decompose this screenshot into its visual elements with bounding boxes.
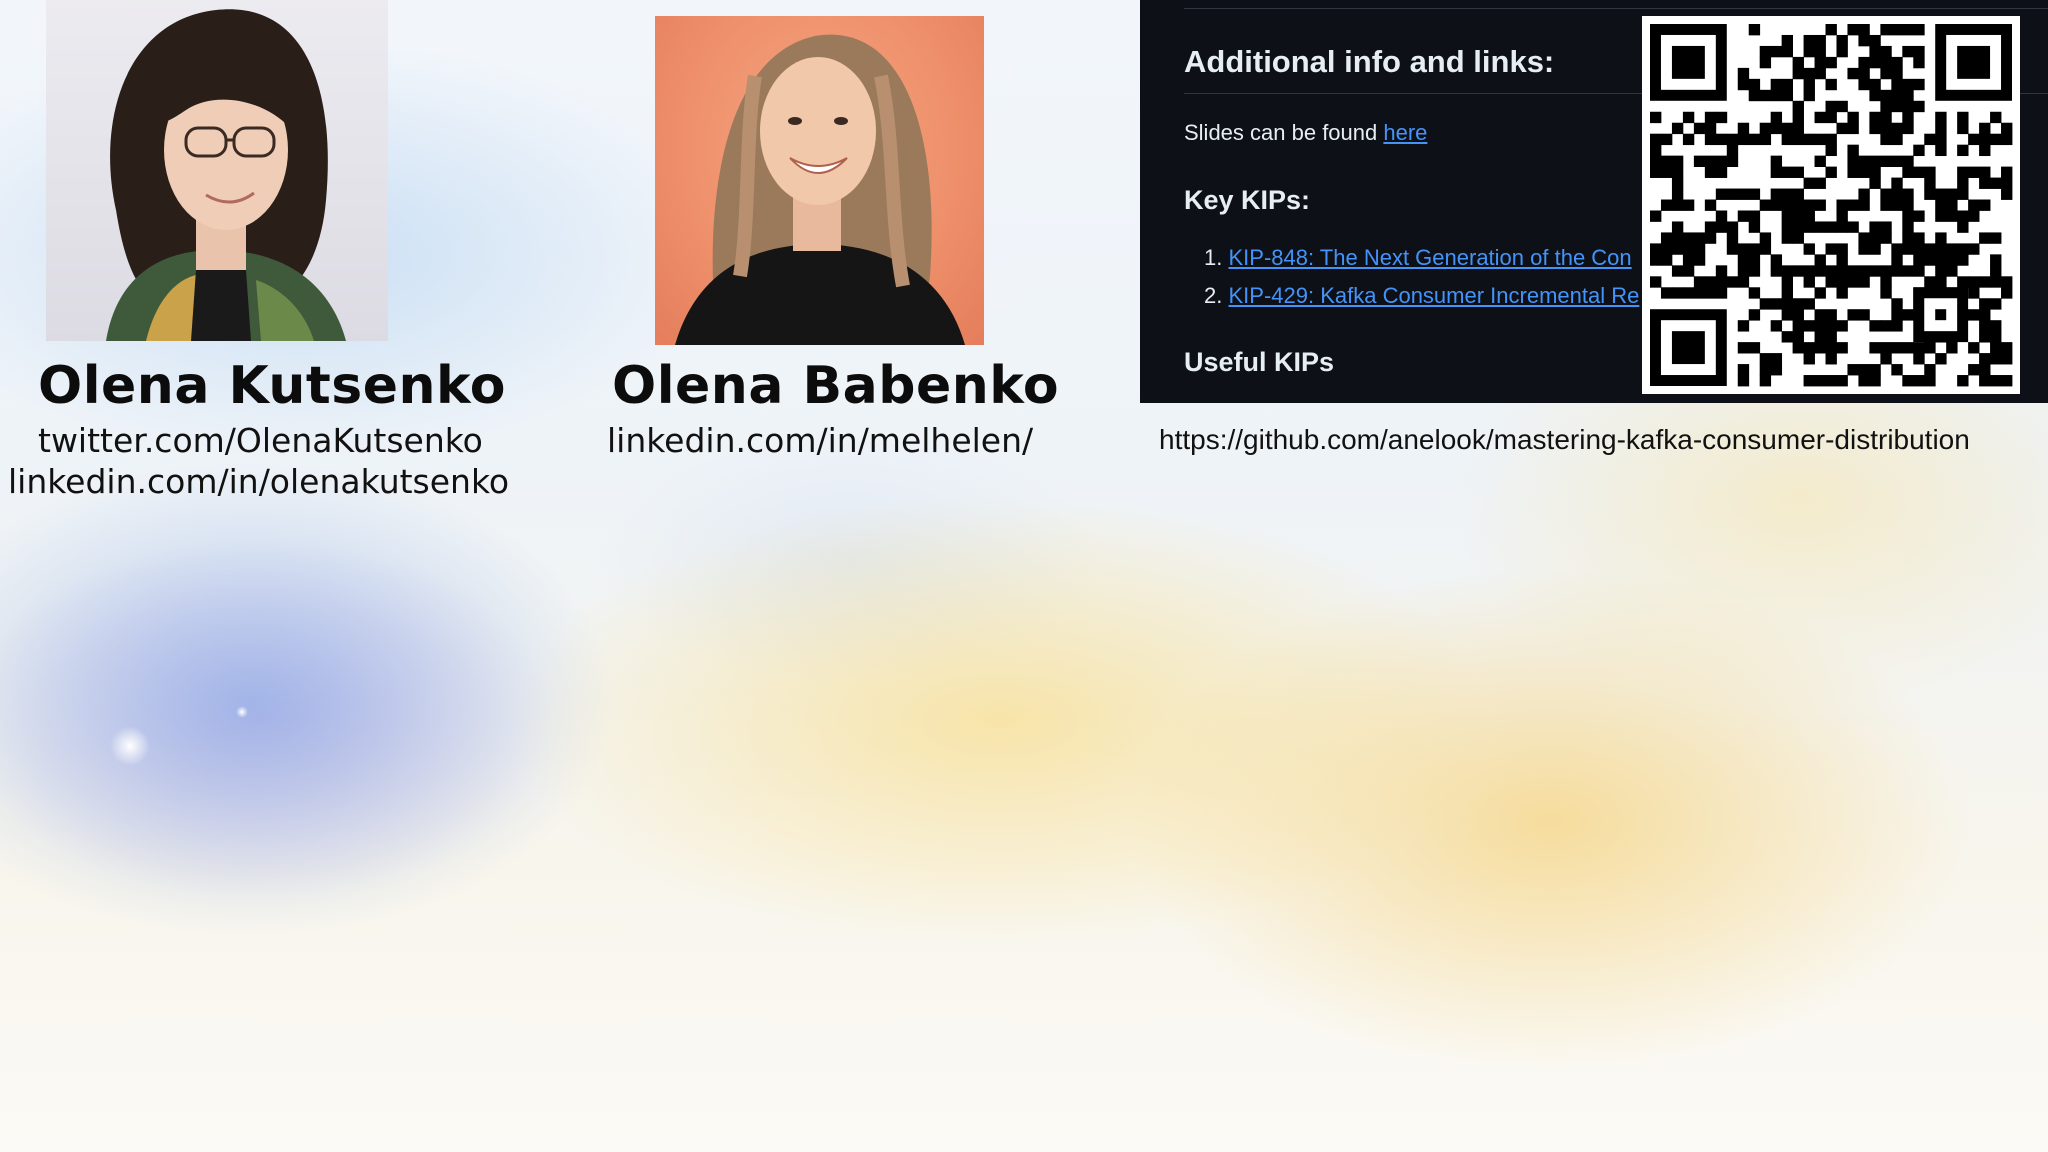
speaker-twitter-link[interactable]: twitter.com/OlenaKutsenko: [38, 421, 483, 460]
section-heading: Additional info and links:: [1184, 44, 1555, 79]
useful-kips-heading: Useful KIPs: [1184, 347, 1335, 377]
speaker-photo-olena-babenko: [655, 16, 984, 345]
divider: [1184, 8, 2048, 9]
kip-number: 1.: [1204, 245, 1223, 270]
speaker-linkedin-link[interactable]: linkedin.com/in/melhelen/: [607, 421, 1033, 460]
kip-list-item: 1. KIP-848: The Next Generation of the C…: [1204, 245, 1632, 271]
kip-link[interactable]: KIP-429: Kafka Consumer Incremental Re: [1228, 283, 1639, 308]
background-sparkle: [236, 706, 248, 718]
slides-link[interactable]: here: [1383, 120, 1427, 145]
kip-number: 2.: [1204, 283, 1223, 308]
speaker-linkedin-link[interactable]: linkedin.com/in/olenakutsenko: [8, 462, 509, 501]
background-sparkle: [110, 726, 150, 766]
qr-code-icon[interactable]: [1642, 16, 2020, 394]
repo-url[interactable]: https://github.com/anelook/mastering-kaf…: [1159, 424, 1970, 456]
key-kips-heading: Key KIPs:: [1184, 185, 1311, 215]
slides-text: Slides can be found here: [1184, 120, 1427, 146]
speaker-name: Olena Babenko: [612, 356, 1060, 416]
kip-list-item: 2. KIP-429: Kafka Consumer Incremental R…: [1204, 283, 1639, 309]
kip-link[interactable]: KIP-848: The Next Generation of the Con: [1228, 245, 1631, 270]
speaker-name: Olena Kutsenko: [38, 356, 506, 416]
speaker-photo-olena-kutsenko: [46, 0, 388, 341]
slides-label: Slides can be found: [1184, 120, 1384, 145]
